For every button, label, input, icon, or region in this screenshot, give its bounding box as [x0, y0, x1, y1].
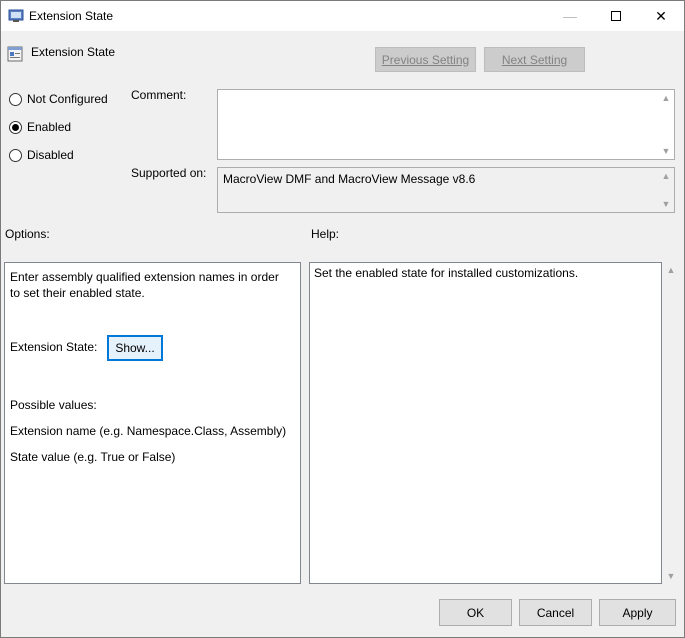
options-label: Options:: [5, 227, 50, 241]
radio-disabled[interactable]: Disabled: [9, 148, 74, 162]
policy-setting-icon: [7, 46, 23, 62]
close-button[interactable]: ✕: [638, 1, 684, 31]
cancel-button-label: Cancel: [536, 605, 575, 620]
minimize-button[interactable]: —: [547, 1, 593, 31]
apply-button-label: Apply: [622, 605, 653, 620]
help-text: Set the enabled state for installed cust…: [314, 266, 579, 280]
supported-scrollbar[interactable]: ▲ ▼: [658, 168, 674, 212]
next-setting-button[interactable]: Next Setting: [484, 47, 585, 72]
state-value-hint: State value (e.g. True or False): [10, 450, 176, 464]
cancel-button[interactable]: Cancel: [519, 599, 592, 626]
options-panel: Enter assembly qualified extension names…: [4, 262, 301, 584]
radio-label: Disabled: [27, 148, 74, 162]
supported-on-label: Supported on:: [131, 166, 207, 180]
radio-enabled[interactable]: Enabled: [9, 120, 71, 134]
scroll-up-icon[interactable]: ▲: [662, 171, 671, 181]
scroll-up-icon[interactable]: ▲: [667, 265, 676, 275]
title-bar: Extension State — ✕: [1, 1, 684, 31]
radio-circle-selected[interactable]: [9, 120, 22, 134]
options-description-line2: to set their enabled state.: [10, 286, 145, 300]
extension-state-label: Extension State:: [10, 340, 98, 354]
scroll-down-icon[interactable]: ▼: [667, 571, 676, 581]
next-setting-label: Next Setting: [501, 52, 568, 67]
maximize-icon: [611, 11, 621, 21]
radio-label: Not Configured: [27, 92, 108, 106]
ok-button[interactable]: OK: [439, 599, 512, 626]
radio-circle[interactable]: [9, 148, 22, 162]
policy-app-icon: [8, 9, 24, 22]
radio-label: Enabled: [27, 120, 72, 134]
minimize-icon: —: [563, 8, 577, 24]
show-button-label: Show...: [115, 341, 155, 355]
radio-circle[interactable]: [9, 92, 22, 106]
comment-field[interactable]: ▲ ▼: [217, 89, 675, 160]
ok-button-label: OK: [466, 605, 485, 620]
scroll-down-icon[interactable]: ▼: [662, 146, 671, 156]
setting-title: Extension State: [31, 45, 116, 59]
radio-not-configured[interactable]: Not Configured: [9, 92, 108, 106]
options-description-line1: Enter assembly qualified extension names…: [10, 270, 279, 284]
extension-state-dialog: Extension State — ✕ Extension State Prev…: [0, 0, 685, 638]
help-panel: Set the enabled state for installed cust…: [309, 262, 662, 584]
apply-button[interactable]: Apply: [599, 599, 676, 626]
previous-setting-button[interactable]: Previous Setting: [375, 47, 476, 72]
scroll-down-icon[interactable]: ▼: [662, 199, 671, 209]
maximize-button[interactable]: [593, 1, 639, 31]
possible-values-label: Possible values:: [10, 398, 97, 412]
comment-scrollbar[interactable]: ▲ ▼: [658, 90, 674, 159]
close-icon: ✕: [655, 7, 667, 24]
show-button[interactable]: Show...: [107, 335, 163, 361]
help-scrollbar[interactable]: ▲ ▼: [664, 262, 678, 584]
extension-name-hint: Extension name (e.g. Namespace.Class, As…: [10, 424, 287, 438]
supported-on-value: MacroView DMF and MacroView Message v8.6: [223, 172, 476, 186]
supported-on-field: MacroView DMF and MacroView Message v8.6…: [217, 167, 675, 213]
previous-setting-label: Previous Setting: [381, 52, 470, 67]
comment-label: Comment:: [131, 88, 187, 102]
scroll-up-icon[interactable]: ▲: [662, 93, 671, 103]
help-label: Help:: [311, 227, 340, 241]
window-title: Extension State: [29, 9, 114, 23]
